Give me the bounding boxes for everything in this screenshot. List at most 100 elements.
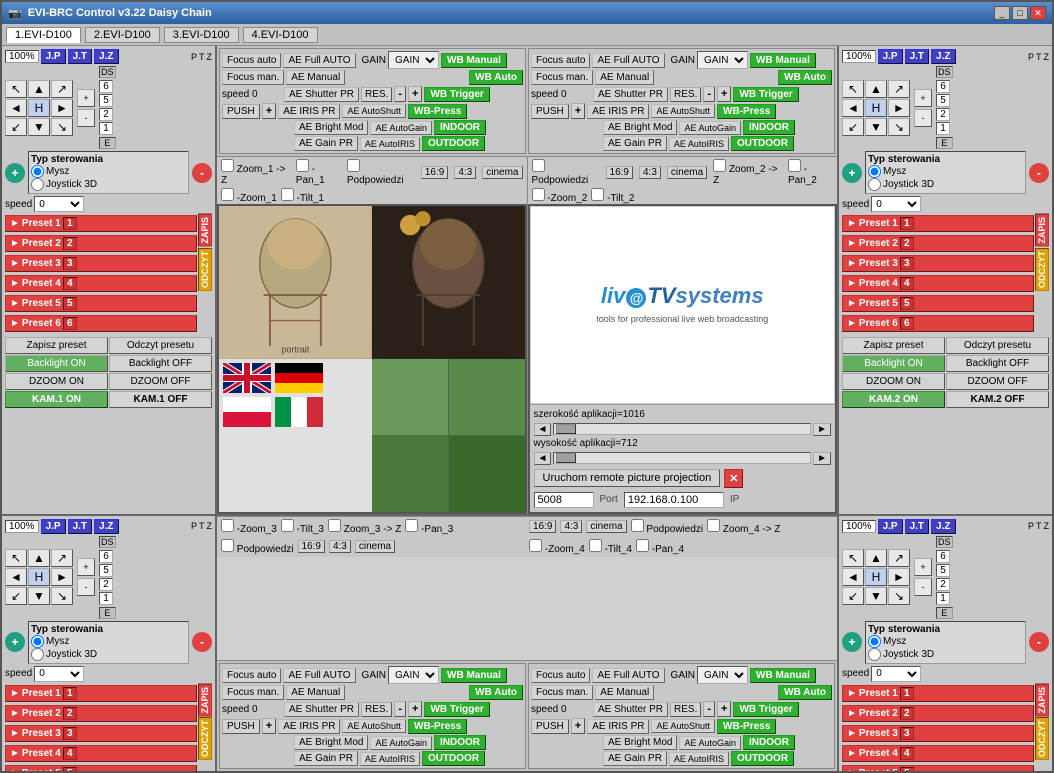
cam1-arrow-left[interactable]: ◄ (5, 99, 27, 117)
cam2-read-preset-btn[interactable]: Odczyt presetu (946, 337, 1049, 354)
cam3-ae-iris-btn[interactable]: AE IRIS PR (278, 719, 340, 734)
cam2-teal-icon[interactable]: + (842, 163, 862, 183)
aspect-cinema-btn-4[interactable]: cinema (586, 520, 626, 533)
cam1-arrow-up[interactable]: ▲ (28, 80, 50, 98)
cam2-ae-autoshut-btn[interactable]: AE AutoShutt (651, 104, 715, 118)
cam4-zapis-btn[interactable]: ZAPIS (1035, 684, 1049, 717)
aspect-cinema-btn-3[interactable]: cinema (355, 540, 395, 553)
cam3-gain-select[interactable]: GAIN (388, 666, 439, 684)
cam4-arrow-dl[interactable]: ↙ (842, 587, 864, 605)
cam4-focus-auto-btn[interactable]: Focus auto (531, 668, 590, 683)
cam3-wb-auto-btn[interactable]: WB Auto (469, 685, 523, 700)
scroll-left-btn-1[interactable]: ◄ (534, 423, 552, 436)
cam3-arrow-ur[interactable]: ↗ (51, 549, 73, 567)
cam3-res-btn[interactable]: RES. (361, 702, 392, 717)
cam4-push-btn[interactable]: PUSH (531, 719, 569, 734)
cam1-kam-on-btn[interactable]: KAM.1 ON (5, 391, 108, 408)
aspect-cinema-btn-2[interactable]: cinema (667, 166, 707, 179)
cam3-preset-2-btn[interactable]: ►Preset 22 (5, 705, 197, 722)
cam4-joystick-radio[interactable]: Joystick 3D (868, 648, 1023, 661)
cam1-focus-man-btn[interactable]: Focus man. (222, 70, 284, 85)
zoom3-z-check[interactable]: Zoom_3 -> Z (328, 519, 401, 535)
cam2-ae-manual-btn[interactable]: AE Manual (595, 70, 654, 85)
cam2-arrow-dr[interactable]: ↘ (888, 118, 910, 136)
cam3-joystick-radio[interactable]: Joystick 3D (31, 648, 186, 661)
cam4-ae-iris-btn[interactable]: AE IRIS PR (587, 719, 649, 734)
cam4-arrow-right[interactable]: ► (888, 568, 910, 586)
cam4-teal-icon[interactable]: + (842, 632, 862, 652)
cam2-wb-press-btn[interactable]: WB-Press (717, 104, 776, 119)
cam4-preset-2-btn[interactable]: ►Preset 22 (842, 705, 1034, 722)
podpowiedzi-check-1[interactable]: Podpowiedzi (347, 159, 415, 186)
cam1-zapis-btn[interactable]: ZAPIS (198, 214, 212, 247)
cam2-odczyt-btn[interactable]: ODCZYT (1035, 248, 1049, 291)
cam2-dzoom-off-btn[interactable]: DZOOM OFF (946, 373, 1049, 390)
cam2-focus-man-btn[interactable]: Focus man. (531, 70, 593, 85)
cam1-wb-auto-btn[interactable]: WB Auto (469, 70, 523, 85)
cam3-red-icon[interactable]: - (192, 632, 212, 652)
cam2-plus-btn[interactable]: + (717, 86, 731, 102)
cam3-teal-icon[interactable]: + (5, 632, 25, 652)
cam2-zoom-out[interactable]: - (914, 109, 932, 127)
podpowiedzi-check-3[interactable]: Podpowiedzi (221, 539, 294, 555)
cam2-wb-trigger-btn[interactable]: WB Trigger (733, 87, 798, 102)
cam1-ae-shutter-btn[interactable]: AE Shutter PR (284, 87, 359, 102)
cam3-preset-4-btn[interactable]: ►Preset 44 (5, 745, 197, 762)
cam2-preset-6-btn[interactable]: ►Preset 66 (842, 315, 1034, 332)
cam2-ae-autogain-btn[interactable]: AE AutoGain (679, 121, 741, 135)
cam1-preset-6-btn[interactable]: ►Preset 6 6 (5, 315, 197, 332)
cam4-wb-manual-btn[interactable]: WB Manual (750, 668, 816, 683)
cam4-red-icon[interactable]: - (1029, 632, 1049, 652)
cam4-ae-autoshut-btn[interactable]: AE AutoShutt (651, 719, 715, 733)
cam3-push-btn[interactable]: PUSH (222, 719, 260, 734)
cam1-red-icon[interactable]: - (192, 163, 212, 183)
cam2-save-preset-btn[interactable]: Zapisz preset (842, 337, 945, 354)
cam1-focus-auto-btn[interactable]: Focus auto (222, 53, 281, 68)
tab-2[interactable]: 2.EVI-D100 (85, 27, 160, 43)
cam3-arrow-left[interactable]: ◄ (5, 568, 27, 586)
hscroll-1[interactable] (553, 423, 811, 435)
cam3-preset-1-btn[interactable]: ►Preset 11 (5, 685, 197, 702)
cam2-minus-btn[interactable]: - (703, 86, 715, 102)
cam4-jz-btn[interactable]: J.Z (931, 519, 955, 534)
cam4-preset-3-btn[interactable]: ►Preset 33 (842, 725, 1034, 742)
cam1-ae-autogain-btn[interactable]: AE AutoGain (370, 121, 432, 135)
cam1-ae-gain-btn[interactable]: AE Gain PR (294, 136, 358, 151)
scroll-right-btn-2[interactable]: ► (813, 452, 831, 465)
cam2-backlight-on-btn[interactable]: Backlight ON (842, 355, 945, 372)
cam1-preset-5-btn[interactable]: ►Preset 5 5 (5, 295, 197, 312)
cam3-wb-manual-btn[interactable]: WB Manual (441, 668, 507, 683)
cam1-teal-icon[interactable]: + (5, 163, 25, 183)
cam3-zoom-out[interactable]: - (77, 578, 95, 596)
cam2-focus-auto-btn[interactable]: Focus auto (531, 53, 590, 68)
cam1-arrow-dr[interactable]: ↘ (51, 118, 73, 136)
cam3-ae-shutter-btn[interactable]: AE Shutter PR (284, 702, 359, 717)
cam3-odczyt-btn[interactable]: ODCZYT (198, 717, 212, 760)
cam1-ae-full-auto-btn[interactable]: AE Full AUTO (283, 53, 355, 68)
cam4-arrow-up[interactable]: ▲ (865, 549, 887, 567)
cam3-focus-auto-btn[interactable]: Focus auto (222, 668, 281, 683)
cam3-arrow-dl[interactable]: ↙ (5, 587, 27, 605)
cam2-arrow-home[interactable]: H (865, 99, 887, 117)
cam3-preset-5-btn[interactable]: ►Preset 55 (5, 765, 197, 772)
cam4-wb-press-btn[interactable]: WB-Press (717, 719, 776, 734)
cam1-jp-btn[interactable]: J.P (41, 49, 66, 64)
cam2-res-btn[interactable]: RES. (670, 87, 701, 102)
cam4-zoom-out[interactable]: - (914, 578, 932, 596)
cam3-ae-autogain-btn[interactable]: AE AutoGain (370, 736, 432, 750)
pan2-check[interactable]: -Pan_2 (788, 159, 833, 186)
zoom2-check[interactable]: -Zoom_2 (532, 188, 588, 204)
cam1-wb-trigger-btn[interactable]: WB Trigger (424, 87, 489, 102)
cam1-wb-press-btn[interactable]: WB-Press (408, 104, 467, 119)
cam2-ae-iris-btn[interactable]: AE IRIS PR (587, 104, 649, 119)
cam1-plus-btn[interactable]: + (408, 86, 422, 102)
aspect-169-btn-2[interactable]: 16:9 (606, 166, 633, 179)
cam3-arrow-up[interactable]: ▲ (28, 549, 50, 567)
zoom4-check[interactable]: -Zoom_4 (529, 539, 585, 555)
cam3-arrow-dr[interactable]: ↘ (51, 587, 73, 605)
cam2-gain-select[interactable]: GAIN0dB (697, 51, 748, 69)
cam2-arrow-ul[interactable]: ↖ (842, 80, 864, 98)
cam2-jp-btn[interactable]: J.P (878, 49, 903, 64)
tilt4-check[interactable]: -Tilt_4 (589, 539, 632, 555)
cam1-zoom-out[interactable]: - (77, 109, 95, 127)
